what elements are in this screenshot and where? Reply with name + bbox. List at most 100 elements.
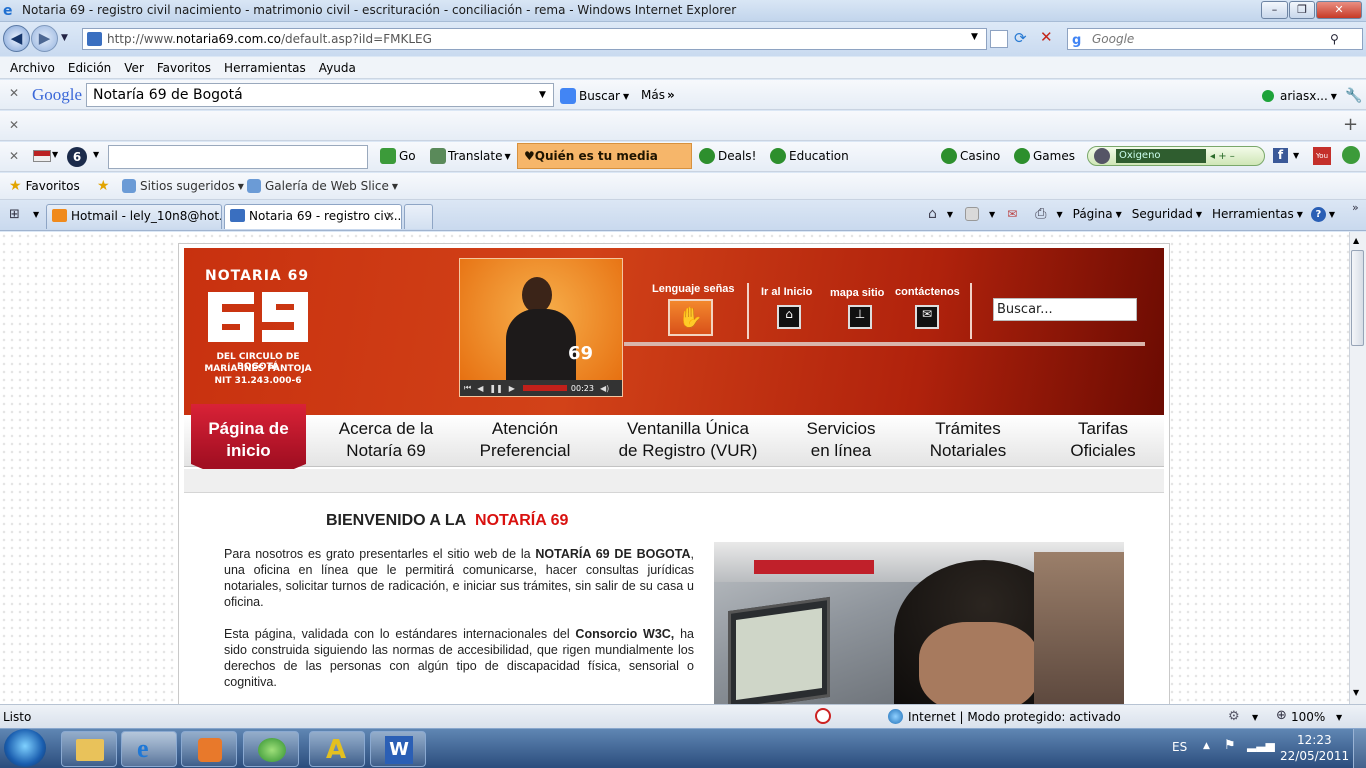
promo-media-naranja-button[interactable]: ♥Quién es tu media naranjas — [517, 143, 692, 187]
close-window-button[interactable]: ✕ — [1316, 1, 1362, 19]
us-flag-icon[interactable] — [33, 150, 51, 162]
google-account[interactable]: ariasx... ▼ 🔧 — [1262, 88, 1362, 104]
show-desktop-button[interactable] — [1353, 729, 1366, 768]
home-link-icon[interactable]: ⌂ — [777, 305, 801, 329]
google-more-button[interactable]: Más » — [641, 88, 675, 102]
taskbar-word[interactable]: W — [370, 731, 426, 767]
google-query-dropdown-icon[interactable]: ▼ — [539, 84, 546, 106]
taskbar-explorer[interactable] — [61, 731, 117, 767]
facebook-icon[interactable]: f — [1273, 148, 1288, 163]
read-mail-icon[interactable]: ✉ — [1007, 207, 1017, 221]
tab-hotmail[interactable]: Hotmail - lely_10n8@hot... — [46, 204, 222, 229]
history-dropdown-icon[interactable]: ▼ — [61, 33, 68, 43]
volume-icon[interactable]: ◀) — [600, 384, 609, 393]
radio-player[interactable]: Oxigeno ◂ + – — [1087, 146, 1265, 166]
home-icon[interactable]: ⌂ — [928, 206, 937, 222]
close-toolbar-icon[interactable]: ✕ — [9, 118, 19, 132]
menu-archivo[interactable]: Archivo — [10, 57, 55, 79]
translate-button[interactable]: Translate ▼ — [430, 148, 511, 164]
compat-view-icon[interactable] — [990, 30, 1008, 48]
volume-controls-icon[interactable]: ◂ + – — [1210, 151, 1235, 162]
show-hidden-icons[interactable]: ▲ — [1203, 741, 1210, 751]
taskbar-media-player[interactable] — [181, 731, 237, 767]
maximize-button[interactable]: ❐ — [1289, 1, 1315, 19]
video-progress-bar[interactable] — [522, 385, 567, 391]
dropdown-icon[interactable]: ▼ — [1329, 210, 1335, 219]
tab-notaria69-active[interactable]: Notaria 69 - registro civ... ✕ — [224, 204, 402, 229]
contact-link-icon[interactable]: ✉ — [915, 305, 939, 329]
url-dropdown-icon[interactable]: ▼ — [971, 32, 978, 42]
dropdown-icon[interactable]: ▼ — [1252, 713, 1258, 722]
web-slice-gallery-button[interactable]: Galería de Web Slice ▼ — [247, 179, 398, 193]
quick-tabs-icon[interactable]: ⊞ — [9, 207, 20, 222]
add-toolbar-icon[interactable]: + — [1343, 114, 1358, 135]
zoom-dropdown-icon[interactable]: ▼ — [1336, 713, 1342, 722]
network-signal-icon[interactable]: ▂▃▅ — [1247, 738, 1275, 752]
casino-button[interactable]: Casino — [941, 148, 1000, 164]
stop-icon[interactable]: ✕ — [1040, 28, 1053, 46]
new-tab-button[interactable] — [404, 204, 433, 229]
deals-button[interactable]: Deals! — [699, 148, 756, 164]
dropdown-icon[interactable]: ▼ — [1293, 151, 1299, 160]
close-toolbar-icon[interactable]: ✕ — [9, 86, 19, 100]
suggested-sites-button[interactable]: Sitios sugeridos ▼ — [122, 179, 244, 193]
sign-language-hand-icon[interactable]: ✋ — [668, 299, 713, 336]
menu-ayuda[interactable]: Ayuda — [319, 57, 356, 79]
scroll-down-icon[interactable]: ▼ — [1353, 688, 1359, 697]
dropdown-icon[interactable]: ▼ — [93, 150, 99, 159]
nav-rates[interactable]: Tarifas Oficiales — [1058, 418, 1148, 462]
close-toolbar-icon[interactable]: ✕ — [9, 149, 19, 163]
nav-procedures[interactable]: Trámites Notariales — [918, 418, 1018, 462]
security-menu[interactable]: Seguridad — [1132, 207, 1193, 221]
sitemap-link-icon[interactable]: ⊥ — [848, 305, 872, 329]
youtube-icon[interactable]: You — [1313, 147, 1331, 165]
add-favorite-icon[interactable]: ★ — [97, 178, 110, 194]
taskbar-app-a[interactable]: A — [309, 731, 365, 767]
nav-online-services[interactable]: Servicios en línea — [795, 418, 887, 462]
nav-about[interactable]: Acerca de la Notaría 69 — [326, 418, 446, 462]
rewind-icon[interactable]: ⏮ — [464, 383, 471, 393]
page-menu[interactable]: Página — [1073, 207, 1113, 221]
go-button[interactable]: Go — [380, 148, 416, 164]
start-button[interactable] — [4, 729, 46, 767]
scroll-up-icon[interactable]: ▲ — [1353, 236, 1359, 245]
scrollbar-thumb[interactable] — [1351, 250, 1364, 346]
clock-date[interactable]: 22/05/2011 — [1280, 749, 1349, 763]
google-search-button[interactable]: Buscar ▼ — [560, 88, 629, 104]
taskbar-internet-explorer[interactable]: e — [121, 731, 177, 767]
toolbar-logo-icon[interactable]: 6 — [67, 147, 87, 167]
education-button[interactable]: Education — [770, 148, 849, 164]
popup-blocker-icon[interactable] — [815, 708, 831, 724]
tab-list-dropdown-icon[interactable]: ▼ — [33, 210, 39, 219]
zoom-level[interactable]: 100% — [1291, 710, 1325, 724]
google-toolbar-search-input[interactable]: Notaría 69 de Bogotá ▼ — [86, 83, 554, 107]
dropdown-icon[interactable]: ▼ — [947, 210, 953, 219]
menu-edicion[interactable]: Edición — [68, 57, 111, 79]
menu-ver[interactable]: Ver — [124, 57, 144, 79]
clock-time[interactable]: 12:23 — [1297, 733, 1332, 747]
home-link-label[interactable]: Ir al Inicio — [761, 286, 812, 298]
pause-icon[interactable]: ❚❚ — [489, 384, 502, 393]
menu-herramientas[interactable]: Herramientas — [224, 57, 306, 79]
protected-mode-icon[interactable]: ⚙ — [1228, 709, 1240, 724]
dropdown-icon[interactable]: ▼ — [989, 210, 995, 219]
live-search-input[interactable]: g Google ⚲ — [1067, 28, 1363, 50]
dropdown-icon[interactable]: ▼ — [52, 150, 58, 159]
command-overflow-icon[interactable]: » — [1352, 201, 1359, 214]
nav-preferential[interactable]: Atención Preferencial — [470, 418, 580, 462]
tools-menu[interactable]: Herramientas — [1212, 207, 1294, 221]
close-tab-icon[interactable]: ✕ — [385, 205, 395, 228]
flag-icon[interactable]: ⚑ — [1224, 738, 1236, 753]
sign-language-video[interactable]: 69 — [459, 258, 623, 397]
minimize-button[interactable]: – — [1261, 1, 1288, 19]
sitemap-link-label[interactable]: mapa sitio — [830, 287, 884, 299]
contact-link-label[interactable]: contáctenos — [895, 286, 960, 298]
step-back-icon[interactable]: ◀ — [477, 384, 483, 393]
forward-button[interactable]: ▶ — [31, 25, 58, 52]
toolbar-search-input[interactable] — [108, 145, 368, 169]
language-indicator[interactable]: ES — [1172, 740, 1187, 754]
help-icon[interactable]: ? — [1310, 206, 1326, 222]
taskbar-network[interactable] — [243, 731, 299, 767]
search-icon[interactable]: ⚲ — [1330, 29, 1339, 49]
nav-vur[interactable]: Ventanilla Única de Registro (VUR) — [612, 418, 764, 462]
